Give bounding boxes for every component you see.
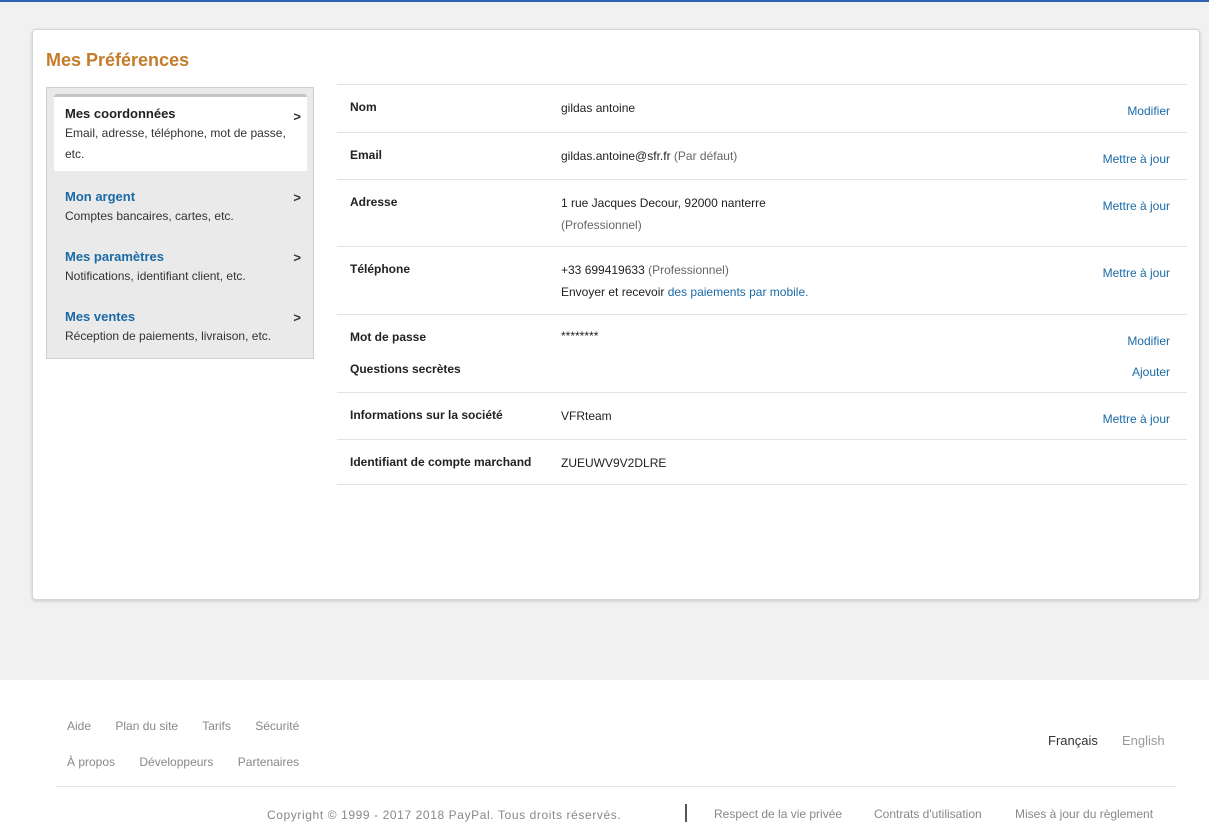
sidebar-item-title: Mon argent xyxy=(65,189,136,204)
preferences-sidebar: Mes coordonnées Email, adresse, téléphon… xyxy=(46,87,314,359)
sidebar-item-desc: Email, adresse, téléphone, mot de passe,… xyxy=(65,126,286,161)
add-security-questions-link[interactable]: Ajouter xyxy=(1132,365,1170,379)
row-mot-de-passe: Mot de passe ******** Modifier Questions… xyxy=(337,314,1187,392)
footer-link-partenaires[interactable]: Partenaires xyxy=(238,755,299,769)
password-mask: ******** xyxy=(561,329,599,343)
language-english[interactable]: English xyxy=(1122,733,1165,748)
sidebar-item-desc: Notifications, identifiant client, etc. xyxy=(65,269,246,283)
footer-link-developpeurs[interactable]: Développeurs xyxy=(139,755,213,769)
update-address-link[interactable]: Mettre à jour xyxy=(1103,199,1170,213)
legal-link-terms[interactable]: Contrats d'utilisation xyxy=(874,807,982,821)
top-accent-bar xyxy=(0,0,1209,2)
row-nom: Nom gildas antoine Modifier xyxy=(337,84,1187,132)
row-value: ZUEUWV9V2DLRE xyxy=(561,456,667,470)
footer-separator xyxy=(685,804,687,822)
footer-link-securite[interactable]: Sécurité xyxy=(255,719,299,733)
language-francais[interactable]: Français xyxy=(1048,733,1098,748)
sidebar-item-ventes[interactable]: Mes ventes Réception de paiements, livra… xyxy=(54,298,307,347)
page-title: Mes Préférences xyxy=(46,50,190,70)
copyright-text: Copyright © 1999 - 2017 2018 PayPal. Tou… xyxy=(267,808,622,822)
sidebar-item-title: Mes coordonnées xyxy=(65,106,176,121)
row-label: Téléphone xyxy=(350,262,411,276)
legal-link-privacy[interactable]: Respect de la vie privée xyxy=(714,807,842,821)
row-label: Email xyxy=(350,148,383,162)
row-label: Informations sur la société xyxy=(350,408,503,422)
chevron-right-icon: > xyxy=(293,109,301,124)
sidebar-item-title: Mes ventes xyxy=(65,309,136,324)
row-identifiant-marchand: Identifiant de compte marchand ZUEUWV9V2… xyxy=(337,439,1187,485)
footer-link-aide[interactable]: Aide xyxy=(67,719,91,733)
row-label: Identifiant de compte marchand xyxy=(350,455,532,469)
footer-link-tarifs[interactable]: Tarifs xyxy=(202,719,231,733)
row-value: gildas.antoine@sfr.fr (Par défaut) xyxy=(561,145,737,167)
row-email: Email gildas.antoine@sfr.fr (Par défaut)… xyxy=(337,132,1187,179)
mobile-payments-text: Envoyer et recevoir xyxy=(561,285,665,299)
email-default-note: (Par défaut) xyxy=(673,149,738,163)
sidebar-item-desc: Comptes bancaires, cartes, etc. xyxy=(65,209,234,223)
row-societe: Informations sur la société VFRteam Mett… xyxy=(337,392,1187,439)
details-list: Nom gildas antoine Modifier Email gildas… xyxy=(337,84,1187,485)
sidebar-item-argent[interactable]: Mon argent Comptes bancaires, cartes, et… xyxy=(54,178,307,227)
chevron-right-icon: > xyxy=(293,190,301,205)
sidebar-item-coordonnees[interactable]: Mes coordonnées Email, adresse, téléphon… xyxy=(54,94,307,171)
row-label: Adresse xyxy=(350,195,398,209)
row-value: gildas antoine xyxy=(561,101,636,115)
phone-type-note: (Professionnel) xyxy=(648,263,729,277)
footer-links-row2: À propos Développeurs Partenaires xyxy=(67,755,320,769)
site-footer: Aide Plan du site Tarifs Sécurité À prop… xyxy=(0,680,1209,824)
row-value: 1 rue Jacques Decour, 92000 nanterre (Pro… xyxy=(561,192,766,236)
address-type-note: (Professionnel) xyxy=(561,218,642,232)
address-value: 1 rue Jacques Decour, 92000 nanterre xyxy=(561,196,766,210)
sidebar-item-desc: Réception de paiements, livraison, etc. xyxy=(65,329,272,343)
row-label: Questions secrètes xyxy=(350,362,461,376)
sidebar-item-parametres[interactable]: Mes paramètres Notifications, identifian… xyxy=(54,238,307,287)
update-email-link[interactable]: Mettre à jour xyxy=(1103,152,1170,166)
legal-link-policy-updates[interactable]: Mises à jour du règlement xyxy=(1015,807,1153,821)
row-telephone: Téléphone +33 699419633 (Professionnel) E… xyxy=(337,246,1187,314)
mobile-payments-link[interactable]: des paiements par mobile. xyxy=(668,285,809,299)
footer-link-plan[interactable]: Plan du site xyxy=(115,719,178,733)
footer-link-apropos[interactable]: À propos xyxy=(67,755,115,769)
footer-divider xyxy=(56,786,1176,787)
update-company-link[interactable]: Mettre à jour xyxy=(1103,412,1170,426)
update-phone-link[interactable]: Mettre à jour xyxy=(1103,266,1170,280)
modifier-password-link[interactable]: Modifier xyxy=(1127,334,1170,348)
preferences-card: Mes Préférences Mes coordonnées Email, a… xyxy=(32,29,1200,600)
row-label: Mot de passe xyxy=(350,330,427,344)
sidebar-item-title: Mes paramètres xyxy=(65,249,164,264)
chevron-right-icon: > xyxy=(293,310,301,325)
row-adresse: Adresse 1 rue Jacques Decour, 92000 nant… xyxy=(337,179,1187,246)
row-value: +33 699419633 (Professionnel) Envoyer et … xyxy=(561,259,808,303)
modifier-nom-link[interactable]: Modifier xyxy=(1127,104,1170,118)
row-label: Nom xyxy=(350,100,377,114)
chevron-right-icon: > xyxy=(293,250,301,265)
footer-links-row1: Aide Plan du site Tarifs Sécurité xyxy=(67,719,320,733)
phone-value: +33 699419633 xyxy=(561,263,645,277)
row-value: VFRteam xyxy=(561,409,612,423)
email-value: gildas.antoine@sfr.fr xyxy=(561,149,671,163)
